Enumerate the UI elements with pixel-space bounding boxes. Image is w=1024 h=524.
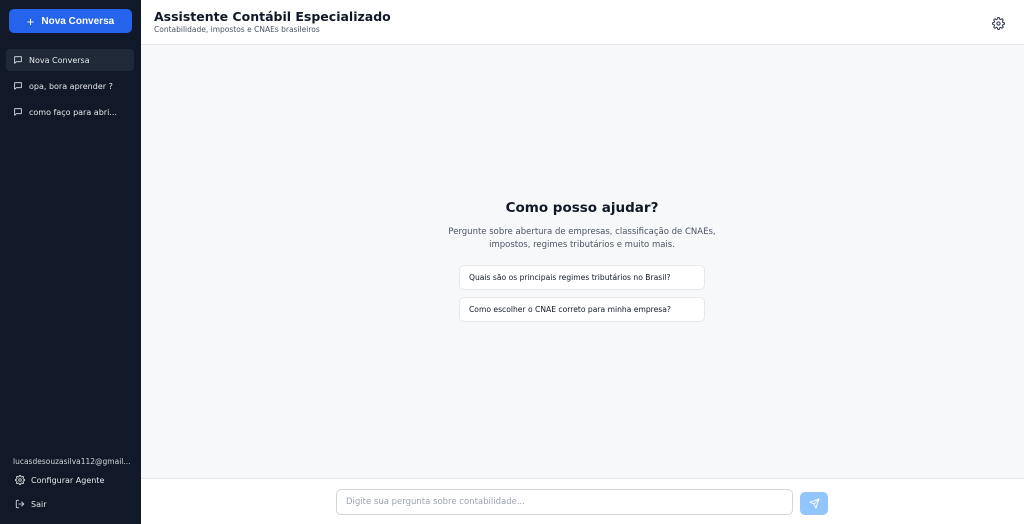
conversation-label: opa, bora aprender ? (29, 81, 113, 91)
settings-button[interactable] (992, 15, 1006, 30)
plus-icon: + (26, 13, 35, 29)
chat-icon (14, 108, 22, 116)
conversation-item[interactable]: como faço para abri... (6, 101, 134, 123)
new-conversation-button[interactable]: + Nova Conversa (9, 9, 132, 33)
welcome-description: Pergunte sobre abertura de empresas, cla… (448, 227, 716, 250)
send-icon (808, 498, 820, 509)
conversation-label: Nova Conversa (29, 55, 90, 65)
message-input-bar (141, 478, 1024, 524)
configure-agent-button[interactable]: Configurar Agente (15, 475, 104, 485)
message-input[interactable] (336, 489, 793, 515)
conversation-label: como faço para abri... (29, 107, 117, 117)
suggestion-button[interactable]: Como escolher o CNAE correto para minha … (459, 297, 705, 322)
page-subtitle: Contabilidade, impostos e CNAEs brasilei… (154, 25, 320, 34)
gear-icon (15, 475, 25, 485)
gear-icon (992, 17, 1005, 30)
chat-header: Assistente Contábil Especializado Contab… (141, 0, 1024, 45)
conversation-list: Nova Conversa opa, bora aprender ? como … (6, 49, 134, 127)
chat-icon (14, 82, 22, 90)
chat-icon (14, 56, 22, 64)
user-email: lucasdesouzasilva112@gmail... (13, 457, 131, 466)
configure-agent-label: Configurar Agente (31, 475, 105, 485)
page-title: Assistente Contábil Especializado (154, 9, 391, 24)
conversation-item[interactable]: opa, bora aprender ? (6, 75, 134, 97)
logout-button[interactable]: Sair (15, 499, 47, 509)
suggestion-button[interactable]: Quais são os principais regimes tributár… (459, 265, 705, 290)
new-conversation-label: Nova Conversa (41, 15, 115, 27)
logout-icon (15, 499, 25, 509)
logout-label: Sair (31, 499, 47, 509)
sidebar: + Nova Conversa Nova Conversa opa, bora … (0, 0, 141, 524)
welcome-title: Como posso ajudar? (505, 200, 659, 216)
conversation-item[interactable]: Nova Conversa (6, 49, 134, 71)
welcome-panel: Como posso ajudar? Pergunte sobre abertu… (445, 200, 719, 252)
send-button[interactable] (800, 492, 828, 515)
